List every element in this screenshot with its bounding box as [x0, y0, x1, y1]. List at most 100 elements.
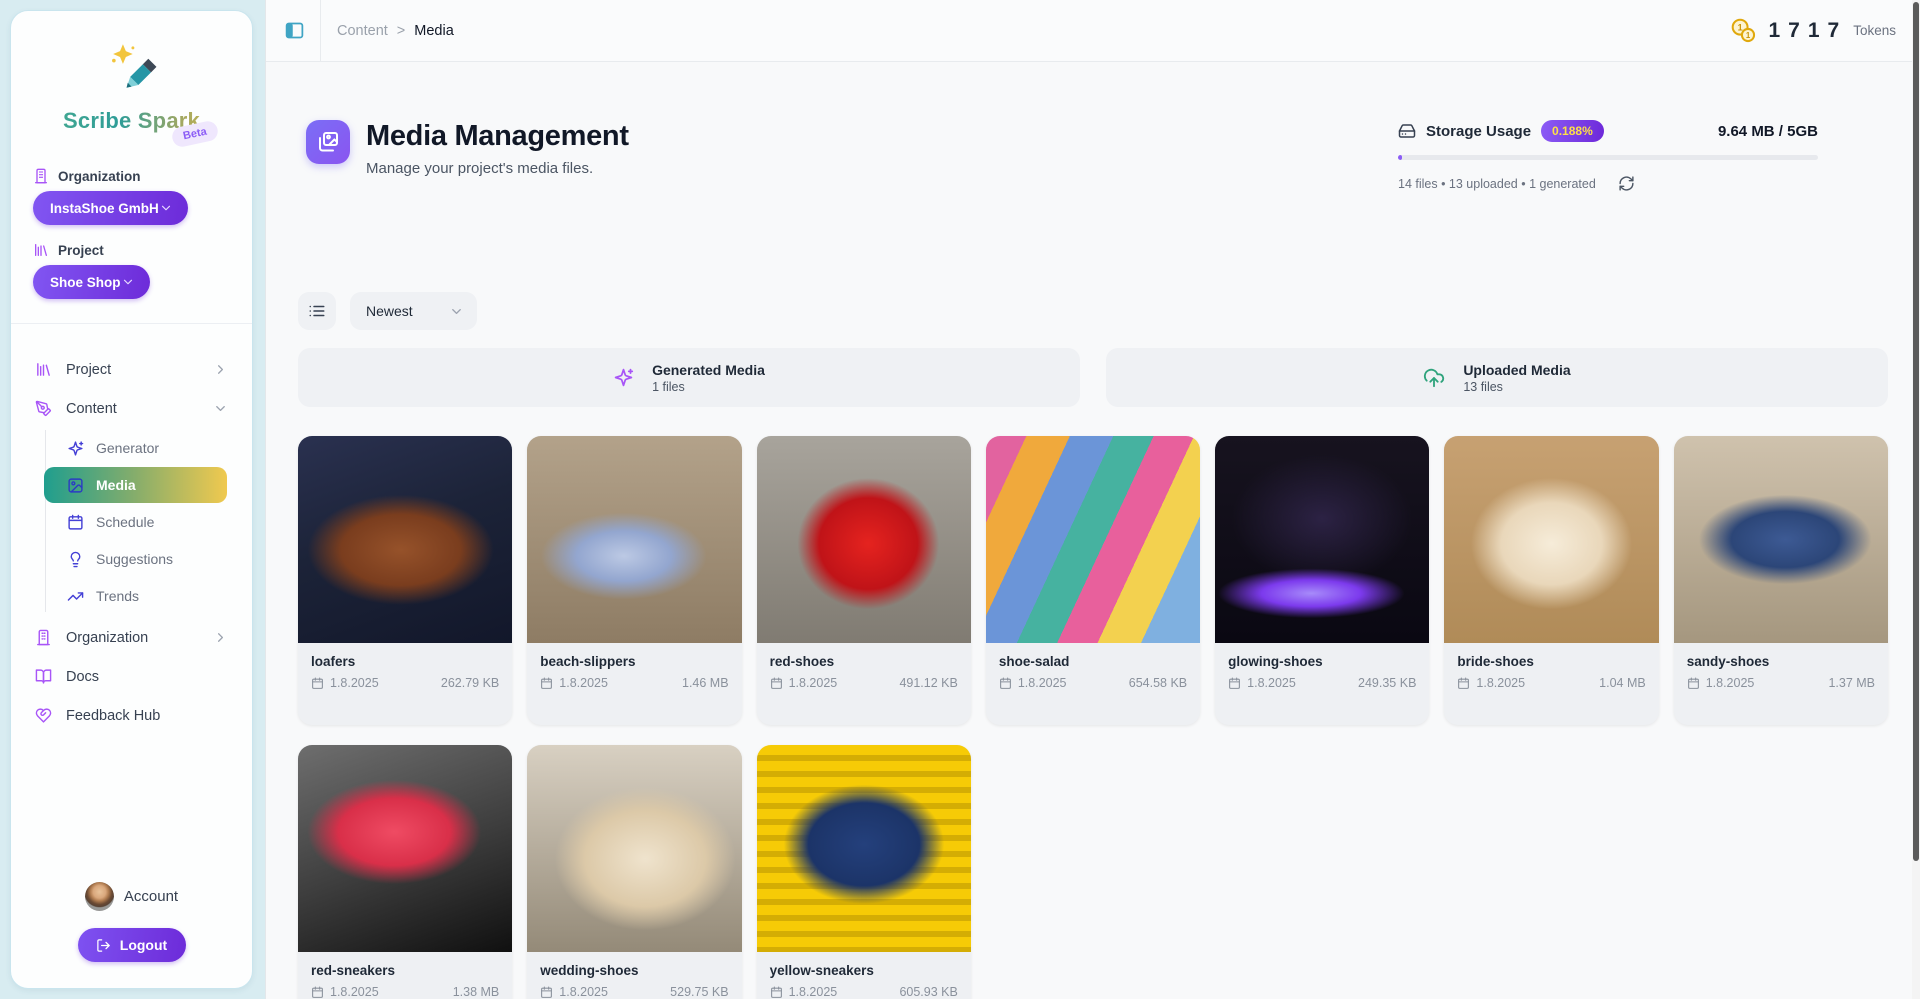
media-name: red-shoes — [770, 654, 958, 669]
refresh-icon — [1618, 175, 1635, 192]
sidebar-item-schedule[interactable]: Schedule — [44, 504, 227, 540]
media-management-icon — [306, 120, 350, 164]
chevron-down-icon — [449, 304, 464, 319]
logout-button[interactable]: Logout — [78, 928, 186, 962]
book-open-icon — [35, 668, 52, 685]
uploaded-media-card[interactable]: Uploaded Media 13 files — [1106, 348, 1888, 407]
media-thumbnail — [1215, 436, 1429, 643]
calendar-icon — [540, 986, 553, 999]
tokens-value: 1717 — [1769, 19, 1848, 43]
building-icon — [35, 629, 52, 646]
media-name: yellow-sneakers — [770, 963, 958, 978]
storage-usage-widget: Storage Usage 0.188% 9.64 MB / 5GB 14 fi… — [1398, 120, 1818, 192]
media-grid: loafers 1.8.2025 262.79 KB beach-slipper… — [298, 436, 1888, 999]
content-submenu: Generator Media Schedule Suggestions — [11, 428, 252, 618]
project-select[interactable]: Shoe Shop — [33, 265, 150, 299]
media-size: 249.35 KB — [1358, 676, 1416, 690]
scrollbar-thumb[interactable] — [1913, 2, 1919, 861]
account-button[interactable]: Account — [11, 882, 252, 911]
media-name: red-sneakers — [311, 963, 499, 978]
list-view-button[interactable] — [298, 292, 336, 330]
sidebar-item-media[interactable]: Media — [44, 467, 227, 503]
generated-media-card[interactable]: Generated Media 1 files — [298, 348, 1080, 407]
media-thumbnail — [1674, 436, 1888, 643]
media-thumbnail — [757, 745, 971, 952]
calendar-icon — [770, 677, 783, 690]
media-name: shoe-salad — [999, 654, 1187, 669]
media-thumbnail — [1444, 436, 1658, 643]
sidebar-item-organization[interactable]: Organization — [11, 618, 252, 657]
sort-dropdown[interactable]: Newest — [350, 292, 477, 330]
library-icon — [33, 242, 49, 258]
media-date: 1.8.2025 — [1018, 676, 1067, 690]
building-icon — [33, 168, 49, 184]
media-date: 1.8.2025 — [789, 985, 838, 999]
media-name: bride-shoes — [1457, 654, 1645, 669]
media-filter-cards: Generated Media 1 files Uploaded Media 1… — [298, 348, 1888, 407]
media-name: loafers — [311, 654, 499, 669]
media-thumbnail — [986, 436, 1200, 643]
media-date: 1.8.2025 — [330, 985, 379, 999]
calendar-icon — [999, 677, 1012, 690]
image-icon — [67, 477, 84, 494]
sidebar-item-suggestions[interactable]: Suggestions — [44, 541, 227, 577]
trending-up-icon — [67, 588, 84, 605]
hard-drive-icon — [1398, 122, 1416, 140]
media-size: 1.37 MB — [1828, 676, 1875, 690]
media-card[interactable]: loafers 1.8.2025 262.79 KB — [298, 436, 512, 725]
tokens-label: Tokens — [1853, 23, 1896, 38]
chevron-right-icon — [213, 362, 228, 377]
media-card[interactable]: sandy-shoes 1.8.2025 1.37 MB — [1674, 436, 1888, 725]
library-icon — [35, 361, 52, 378]
generated-media-count: 1 files — [652, 380, 765, 394]
media-date: 1.8.2025 — [1706, 676, 1755, 690]
sparkles-icon — [613, 367, 634, 388]
media-card[interactable]: shoe-salad 1.8.2025 654.58 KB — [986, 436, 1200, 725]
sidebar-item-feedback-hub[interactable]: Feedback Hub — [11, 696, 252, 735]
sparkles-icon — [67, 440, 84, 457]
pen-tool-icon — [35, 400, 52, 417]
media-date: 1.8.2025 — [1476, 676, 1525, 690]
heart-handshake-icon — [35, 707, 52, 724]
logo: Scribe Spark Beta — [11, 11, 252, 134]
coins-icon: 1 1 — [1730, 17, 1757, 44]
project-section-label: Project — [33, 242, 230, 258]
media-thumbnail — [527, 745, 741, 952]
breadcrumb-content[interactable]: Content — [337, 23, 388, 39]
sidebar-item-project[interactable]: Project — [11, 350, 252, 389]
organization-section-label: Organization — [33, 168, 230, 184]
media-card[interactable]: yellow-sneakers 1.8.2025 605.93 KB — [757, 745, 971, 999]
calendar-icon — [1457, 677, 1470, 690]
media-size: 262.79 KB — [441, 676, 499, 690]
panel-left-icon — [284, 20, 305, 41]
calendar-icon — [540, 677, 553, 690]
media-name: glowing-shoes — [1228, 654, 1416, 669]
media-toolbar: Newest — [298, 292, 1888, 330]
media-date: 1.8.2025 — [789, 676, 838, 690]
sidebar-footer: Account Logout — [11, 882, 252, 962]
sidebar-item-trends[interactable]: Trends — [44, 578, 227, 614]
scrollbar[interactable] — [1912, 0, 1920, 999]
media-card[interactable]: glowing-shoes 1.8.2025 249.35 KB — [1215, 436, 1429, 725]
media-size: 605.93 KB — [899, 985, 957, 999]
images-icon — [316, 130, 340, 154]
sidebar-item-docs[interactable]: Docs — [11, 657, 252, 696]
project-selected-value: Shoe Shop — [50, 275, 121, 290]
media-card[interactable]: red-sneakers 1.8.2025 1.38 MB — [298, 745, 512, 999]
refresh-button[interactable] — [1618, 175, 1635, 192]
sidebar-toggle-button[interactable] — [276, 13, 312, 49]
chevron-down-icon — [121, 275, 135, 289]
pencil-spark-logo-icon — [103, 37, 161, 95]
media-card[interactable]: wedding-shoes 1.8.2025 529.75 KB — [527, 745, 741, 999]
sidebar-item-content[interactable]: Content — [11, 389, 252, 428]
chevron-right-icon — [213, 630, 228, 645]
media-card[interactable]: red-shoes 1.8.2025 491.12 KB — [757, 436, 971, 725]
media-date: 1.8.2025 — [559, 676, 608, 690]
topbar: Content > Media 1 1 1717 Tokens — [266, 0, 1920, 62]
media-name: beach-slippers — [540, 654, 728, 669]
organization-select[interactable]: InstaShoe GmbH — [33, 191, 188, 225]
media-card[interactable]: bride-shoes 1.8.2025 1.04 MB — [1444, 436, 1658, 725]
sidebar-item-generator[interactable]: Generator — [44, 430, 227, 466]
media-card[interactable]: beach-slippers 1.8.2025 1.46 MB — [527, 436, 741, 725]
logout-icon — [96, 938, 111, 953]
